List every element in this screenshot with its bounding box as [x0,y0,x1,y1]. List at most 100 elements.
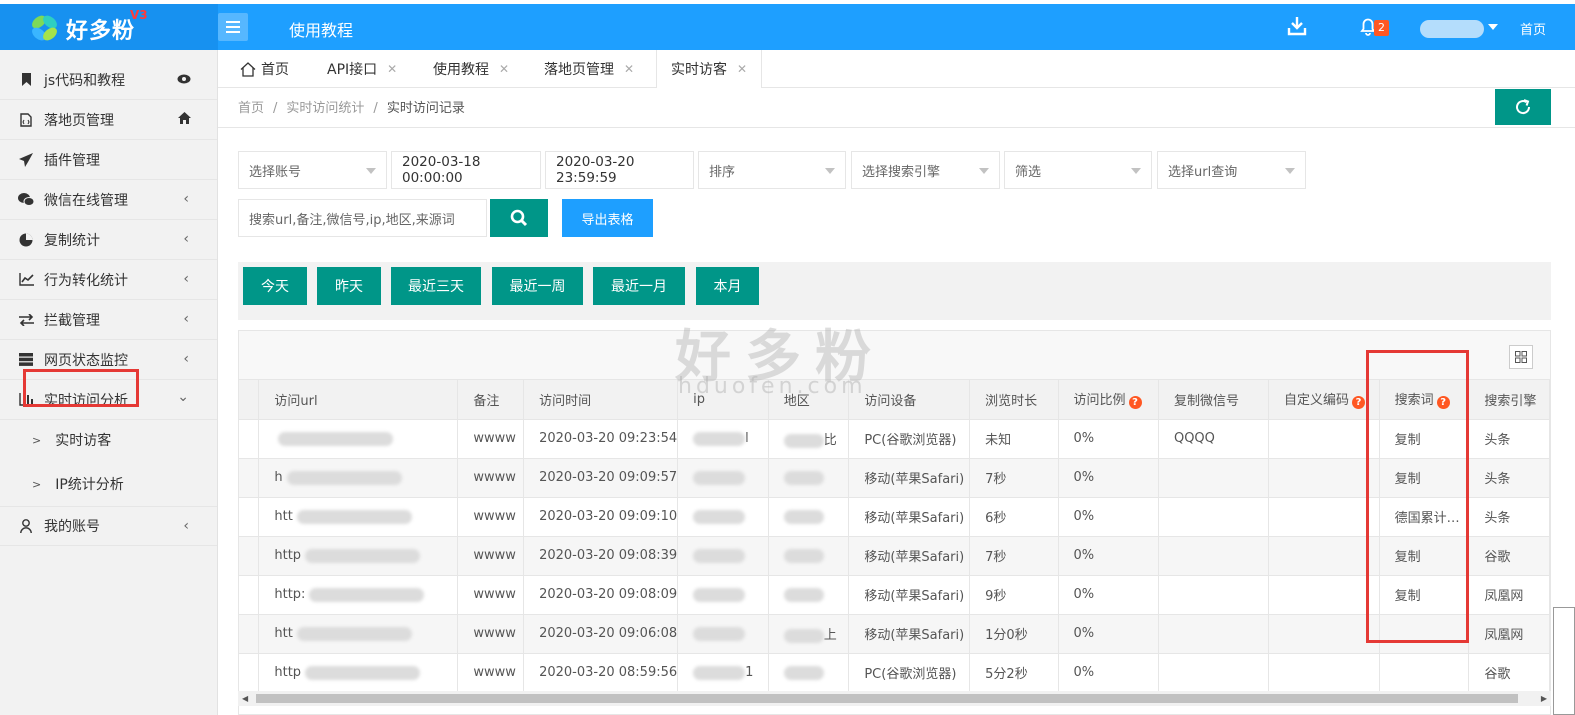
breadcrumb-level1[interactable]: 实时访问统计 [286,101,364,116]
search-input[interactable]: 搜索url,备注,微信号,ip,地区,来源词 [238,199,487,237]
help-icon[interactable]: ? [1128,396,1142,410]
divider [218,127,1575,128]
redacted-blur [783,548,824,563]
close-icon[interactable]: ✕ [737,62,747,76]
url-select[interactable]: 选择url查询 [1157,151,1306,189]
cell-url[interactable]: http: [258,575,459,615]
tab-tutorial[interactable]: 使用教程 ✕ [433,50,509,88]
range-today-button[interactable]: 今天 [243,267,307,305]
cell-duration: 1分0秒 [969,614,1059,654]
cell-engine: 头条 [1468,458,1550,498]
redacted-blur [783,509,824,524]
tab-api[interactable]: API接口 ✕ [327,50,397,88]
filter-select[interactable]: 筛选 [1004,151,1152,189]
table-header-cell[interactable]: 备注 [457,380,525,420]
scrollbar-thumb[interactable] [256,694,1518,703]
range-month-button[interactable]: 最近一月 [593,267,685,305]
close-icon[interactable]: ✕ [387,62,397,76]
cell-engine: 谷歌 [1468,536,1550,576]
scroll-left-icon[interactable]: ◀ [242,694,248,703]
columns-filter-button[interactable] [1509,345,1533,369]
tab-bar: 首页 API接口 ✕ 使用教程 ✕ 落地页管理 ✕ 实时访客 ✕ [218,50,1575,88]
redacted-blur [305,665,421,680]
table-header-cell[interactable]: 访问时间 [523,380,679,420]
sort-select[interactable]: 排序 [698,151,846,189]
table-header-cell[interactable]: 自定义编码? [1268,380,1380,420]
cell-time: 2020-03-20 09:09:10 [523,497,679,537]
cell-duration: 7秒 [969,536,1059,576]
sidebar-item-js-code[interactable]: js代码和教程 [0,60,217,100]
close-icon[interactable]: ✕ [499,62,509,76]
tab-landing-pages[interactable]: 落地页管理 ✕ [544,50,634,88]
tab-label: 实时访客 [671,62,727,78]
menu-toggle-button[interactable] [218,13,248,41]
range-week-button[interactable]: 最近一周 [492,267,583,305]
breadcrumb-home[interactable]: 首页 [238,101,264,116]
table-row[interactable]: http wwww 2020-03-20 08:59:56 1 PC(谷歌浏览器… [239,653,1550,693]
redacted-blur [693,626,746,641]
row-gutter [239,653,260,693]
table-header-cell[interactable]: 浏览时长 [969,380,1059,420]
close-icon[interactable]: ✕ [624,62,634,76]
tab-home[interactable]: 首页 [240,50,289,88]
redacted-blur [693,509,746,524]
table-row[interactable]: wwww 2020-03-20 09:23:54 l 比 PC(谷歌浏览器) 未… [239,419,1550,459]
refresh-button[interactable] [1495,89,1551,125]
sidebar-item-landing-pages[interactable]: 落地页管理 [0,100,217,140]
sidebar-subitem-realtime-visitors[interactable]: > 实时访客 [0,420,217,460]
table-header-cell[interactable]: 访问url [258,380,459,420]
cell-code [1268,497,1380,537]
caret-down-icon[interactable] [1488,24,1498,30]
table-row[interactable]: h wwww 2020-03-20 09:09:57 移动(苹果Safari) … [239,458,1550,498]
home-icon[interactable] [178,112,191,128]
ip-text: 1 [745,665,754,680]
exchange-icon [18,312,34,328]
sidebar-item-wechat[interactable]: 微信在线管理 ‹ [0,180,217,220]
cell-url[interactable] [258,419,459,459]
cell-url[interactable]: http [258,653,459,693]
cell-note: wwww [457,497,525,537]
help-icon[interactable]: ? [1352,396,1366,410]
table-header-cell[interactable]: 复制微信号 [1158,380,1270,420]
tab-realtime-visitors[interactable]: 实时访客 ✕ [656,50,763,88]
scroll-right-icon[interactable]: ▶ [1541,694,1547,703]
table-row[interactable]: htt wwww 2020-03-20 09:06:08 上 移动(苹果Safa… [239,614,1550,654]
table-row[interactable]: http wwww 2020-03-20 09:08:39 移动(苹果Safar… [239,536,1550,576]
cell-url[interactable]: htt [258,497,459,537]
search-engine-select[interactable]: 选择搜索引擎 [851,151,1000,189]
sidebar-subitem-ip-stats[interactable]: > IP统计分析 [0,464,217,504]
sidebar-item-behavior-stats[interactable]: 行为转化统计 ‹ [0,260,217,300]
download-icon[interactable] [1286,15,1308,37]
avatar[interactable] [1420,20,1484,38]
logo[interactable]: 好多粉 V3 [0,4,218,50]
range-yesterday-button[interactable]: 昨天 [317,267,381,305]
filter-select-value: 筛选 [1015,164,1042,180]
range-this-month-button[interactable]: 本月 [696,267,759,305]
export-table-button[interactable]: 导出表格 [562,199,653,237]
cell-url[interactable]: h [258,458,459,498]
table-header-cell[interactable]: 搜索引擎 [1468,380,1550,420]
side-widget[interactable] [1553,607,1575,715]
table-header-cell[interactable]: 访问比例? [1058,380,1159,420]
horizontal-scrollbar[interactable]: ◀ ▶ [238,691,1551,706]
sidebar-item-copy-stats[interactable]: 复制统计 ‹ [0,220,217,260]
account-select[interactable]: 选择账号 [238,151,387,189]
table-row[interactable]: http: wwww 2020-03-20 09:08:09 移动(苹果Safa… [239,575,1550,615]
end-time-input[interactable]: 2020-03-20 23:59:59 [545,151,694,189]
sidebar-item-label: 我的账号 [44,519,100,535]
cell-url[interactable]: http [258,536,459,576]
eye-icon[interactable] [177,72,191,88]
sidebar-item-my-account[interactable]: 我的账号 ‹ [0,506,217,546]
header-home-link[interactable]: 首页 [1520,19,1546,38]
sidebar-item-plugins[interactable]: 插件管理 [0,140,217,180]
ip-text: l [745,431,749,446]
start-time-input[interactable]: 2020-03-18 00:00:00 [391,151,541,189]
sidebar-subitem-label: IP统计分析 [55,477,124,493]
search-button[interactable] [490,199,548,237]
header-title[interactable]: 使用教程 [289,17,353,41]
cell-url[interactable]: htt [258,614,459,654]
table-row[interactable]: htt wwww 2020-03-20 09:09:10 移动(苹果Safari… [239,497,1550,537]
redacted-blur [693,470,746,485]
range-3days-button[interactable]: 最近三天 [391,267,481,305]
sidebar-item-intercept[interactable]: 拦截管理 ‹ [0,300,217,340]
